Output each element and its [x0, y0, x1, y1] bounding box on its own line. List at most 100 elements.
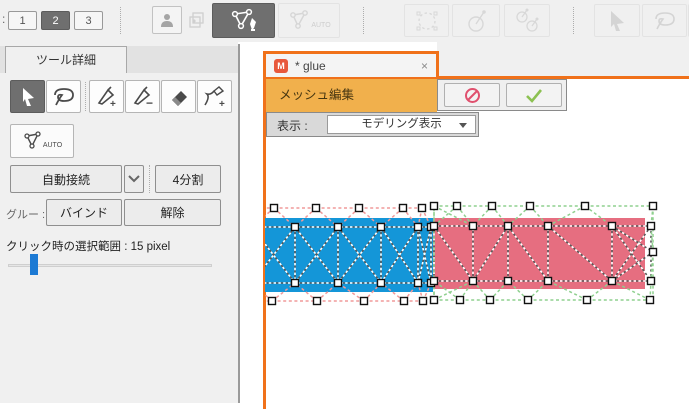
mesh-vertex — [415, 280, 422, 287]
add-vertex-tool-button[interactable]: + — [89, 80, 124, 113]
mesh-vertex — [454, 203, 461, 210]
mesh-vertex — [419, 205, 426, 212]
click-range-slider-handle[interactable] — [30, 254, 38, 275]
rotate-deformer-button[interactable] — [452, 4, 500, 37]
mesh-vertex — [314, 298, 321, 305]
mesh-vertex — [401, 298, 408, 305]
workspace-button-2[interactable]: 2 — [41, 11, 70, 30]
display-mode-select[interactable]: モデリング表示 — [327, 115, 476, 134]
toolbar-prefix: : — [2, 12, 5, 26]
arrow-select-button[interactable] — [594, 4, 640, 37]
click-range-label: クリック時の選択範囲 : 15 pixel — [6, 238, 170, 254]
mesh-vertex — [378, 224, 385, 231]
arrow-tool-icon — [18, 86, 38, 108]
workspace-button-3[interactable]: 3 — [74, 11, 103, 30]
lasso-tool-button[interactable] — [46, 80, 81, 113]
mesh-pen-icon — [227, 8, 261, 34]
main-toolbar: : 1 2 3 AUTO — [0, 0, 689, 42]
mesh-vertex — [400, 205, 407, 212]
glue-release-button[interactable]: 解除 — [124, 199, 221, 226]
mesh-vertex — [648, 278, 655, 285]
mesh-vertex — [431, 223, 438, 230]
arrow-tool-button[interactable] — [10, 80, 45, 113]
auto-mesh-button[interactable]: AUTO — [10, 124, 74, 158]
model-view-button[interactable] — [152, 6, 182, 34]
mesh-vertex — [648, 223, 655, 230]
app-window: { "toolbar": { "prefix": ":", "pages": [… — [0, 0, 689, 409]
tabstrip-background — [437, 42, 689, 76]
arrow-cursor-icon — [606, 9, 628, 33]
connect-separator — [149, 165, 151, 193]
lasso-select-button[interactable] — [642, 4, 687, 37]
mesh-vertex — [545, 278, 552, 285]
tool-detail-panel: ツール詳細 + − + — [0, 42, 238, 403]
mesh-vertex — [378, 280, 385, 287]
svg-text:−: − — [146, 96, 153, 109]
mesh-vertex — [313, 205, 320, 212]
mesh-vertex — [505, 278, 512, 285]
mesh-vertex — [505, 223, 512, 230]
pen-remove-icon: − — [131, 85, 155, 109]
lasso-icon — [652, 9, 678, 33]
mesh-vertex — [356, 205, 363, 212]
pen-add-icon: + — [95, 85, 119, 109]
glue-bind-button[interactable]: バインド — [46, 199, 122, 226]
auto-connect-button[interactable]: 自動接続 — [10, 165, 122, 193]
mesh-vertex — [292, 280, 299, 287]
person-icon — [158, 11, 176, 29]
mesh-vertex — [431, 297, 438, 304]
mesh-vertex — [431, 203, 438, 210]
tab-close-icon[interactable]: × — [421, 59, 428, 73]
mesh-auto-tool-button[interactable]: AUTO — [278, 3, 340, 38]
mesh-vertex — [487, 297, 494, 304]
mesh-vertex — [470, 278, 477, 285]
lattice-deform-button[interactable] — [404, 4, 449, 37]
glue-label: グルー : — [6, 206, 45, 222]
svg-text:+: + — [219, 99, 225, 109]
display-mode-row: 表示 : モデリング表示 — [266, 112, 479, 137]
multi-deformer-icon — [513, 8, 541, 34]
multi-deformer-button[interactable] — [504, 4, 550, 37]
document-title: * glue — [295, 59, 326, 73]
auto-mesh-caption: AUTO — [43, 142, 62, 149]
mesh-edit-confirm-box — [437, 79, 567, 111]
mesh-edit-tool-button[interactable] — [212, 3, 275, 38]
mesh-vertex — [420, 298, 427, 305]
toolbar-separator — [573, 7, 575, 34]
lasso-tool-icon — [52, 86, 76, 108]
checkmark-icon — [525, 88, 543, 103]
eraser-tool-button[interactable] — [161, 80, 196, 113]
mesh-vertex — [335, 224, 342, 231]
mesh-vertex — [457, 297, 464, 304]
mesh-vertex — [431, 278, 438, 285]
select-caret-icon — [459, 123, 467, 128]
mesh-vertex — [527, 203, 534, 210]
auto-connect-dropdown-button[interactable] — [124, 165, 144, 193]
mesh-vertex — [470, 223, 477, 230]
workspace-button-1[interactable]: 1 — [8, 11, 37, 30]
cancel-icon — [464, 87, 481, 104]
lattice-icon — [414, 9, 440, 33]
quad-split-button[interactable]: 4分割 — [155, 165, 221, 193]
mesh-auto-caption: AUTO — [311, 22, 330, 29]
mesh-vertex — [650, 203, 657, 210]
mesh-vertex — [269, 298, 276, 305]
tools-separator — [85, 82, 87, 111]
mesh-edit-mode-bar: メッシュ編集 — [266, 79, 437, 112]
click-range-slider-track[interactable] — [8, 264, 212, 267]
chevron-down-icon — [128, 175, 140, 183]
stroke-mesh-tool-button[interactable]: + — [197, 80, 232, 113]
mesh-vertex — [609, 278, 616, 285]
mesh-vertex — [647, 297, 654, 304]
mesh-vertex — [271, 205, 278, 212]
cancel-button[interactable] — [444, 83, 500, 107]
model-file-icon: M — [274, 59, 288, 73]
tab-tool-detail[interactable]: ツール詳細 — [5, 46, 127, 73]
layers-icon — [188, 11, 206, 29]
document-tab-glue[interactable]: M * glue × — [263, 51, 439, 80]
curve-pen-add-icon: + — [202, 85, 228, 109]
texture-view-button[interactable] — [184, 6, 210, 34]
confirm-button[interactable] — [506, 83, 562, 107]
eraser-icon — [167, 86, 191, 108]
remove-vertex-tool-button[interactable]: − — [125, 80, 160, 113]
